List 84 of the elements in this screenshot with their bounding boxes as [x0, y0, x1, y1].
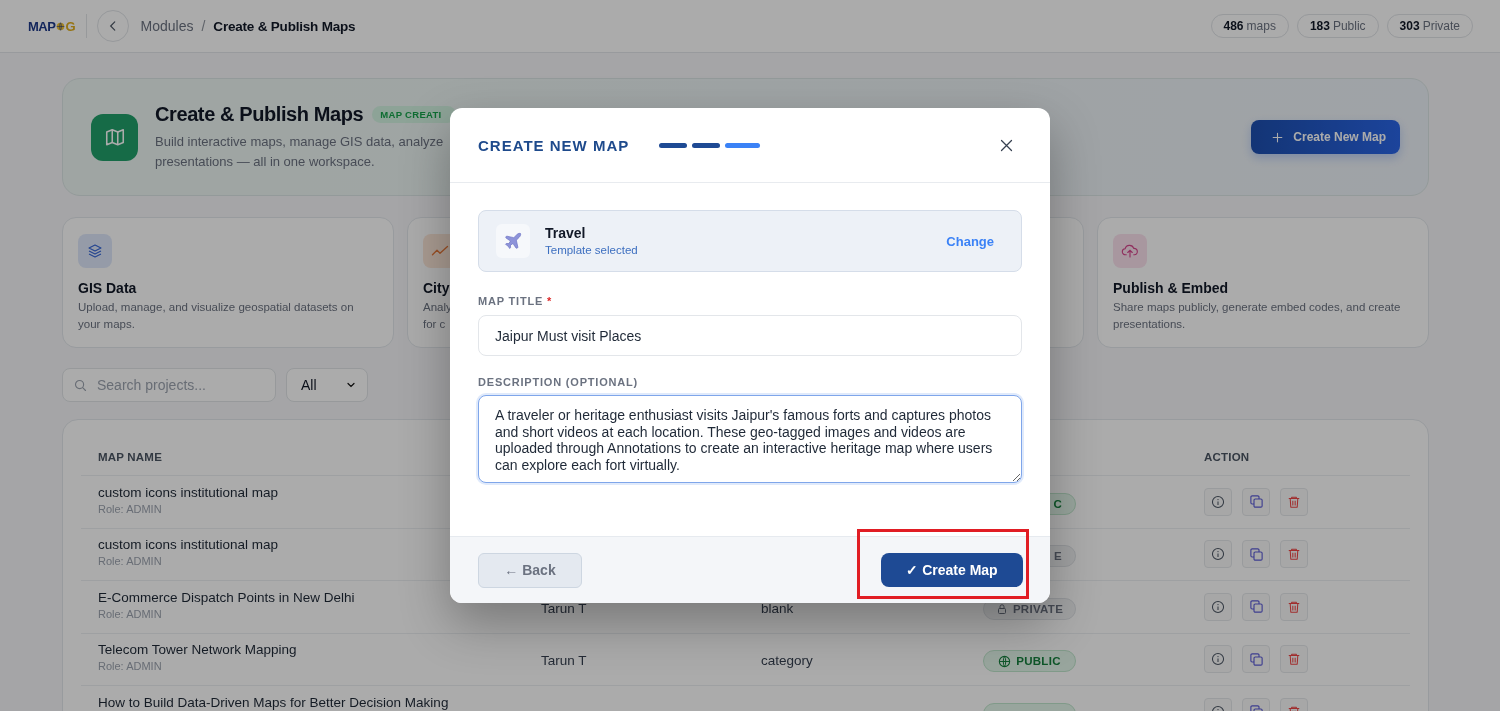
create-new-map-button[interactable]: Create New Map — [1251, 120, 1400, 154]
stat-pill: 486 maps — [1210, 14, 1289, 38]
card-description: Share maps publicly, generate embed codes, and create presentations. — [1113, 300, 1402, 332]
breadcrumb-separator: / — [201, 18, 206, 34]
copy-button[interactable] — [1242, 592, 1270, 621]
logo-text: MAP — [28, 18, 56, 34]
globe-icon — [998, 654, 1012, 668]
close-icon — [999, 137, 1014, 153]
visibility-label: C — [1053, 497, 1062, 510]
delete-button[interactable] — [1280, 592, 1308, 621]
trash-icon — [1287, 599, 1301, 614]
map-name: custom icons institutional map — [98, 484, 279, 501]
search-icon — [73, 378, 88, 393]
feature-card[interactable]: GIS Data Upload, manage, and visualize geospatial datasets on your maps. — [62, 217, 394, 348]
info-button[interactable] — [1204, 487, 1232, 516]
visibility-label: E — [1054, 550, 1062, 563]
delete-button[interactable] — [1280, 487, 1308, 516]
info-button[interactable] — [1204, 540, 1232, 569]
layers-icon — [78, 234, 112, 268]
template-name: Travel — [545, 224, 587, 242]
card-description: Upload, manage, and visualize geospatial datasets on your maps. — [78, 300, 355, 332]
info-icon — [1211, 547, 1225, 562]
description-field[interactable]: A traveler or heritage enthusiast visits Jaipur's famous forts and captures photos and short videos at each location. These geo-tagged images and videos are uploaded through Annotations to create an interactive heritage map where users can explore each fort virtually. — [478, 395, 1022, 483]
copy-icon — [1248, 494, 1264, 510]
breadcrumb-link[interactable]: Modules — [140, 18, 194, 34]
card-title: City — [423, 280, 450, 296]
map-icon — [91, 113, 138, 161]
create-map-button[interactable]: ✓ Create Map — [881, 553, 1023, 587]
map-name: custom icons institutional map — [98, 537, 279, 553]
page-title: Create & Publish Maps — [155, 102, 364, 126]
field-label: DESCRIPTION (OPTIONAL) — [478, 376, 638, 388]
close-button[interactable] — [999, 137, 1014, 153]
dialog-title: CREATE NEW MAP — [478, 136, 630, 154]
copy-icon — [1248, 651, 1264, 667]
filter-select[interactable]: All — [286, 368, 368, 402]
map-title-field[interactable]: Jaipur Must visit Places — [478, 315, 1022, 356]
back-button[interactable]: ← Back — [478, 552, 582, 588]
globe-icon — [56, 21, 66, 31]
role-label: Role: ADMIN — [98, 659, 162, 674]
plus-icon — [1271, 130, 1285, 144]
info-button[interactable] — [1204, 645, 1232, 674]
role-label: Role: ADMIN — [98, 501, 162, 517]
visibility-label: PUBLIC — [1016, 655, 1061, 668]
copy-button[interactable] — [1242, 540, 1270, 569]
template-status: Template selected — [545, 243, 638, 258]
trash-icon — [1287, 652, 1301, 667]
page-description: Build interactive maps, manage GIS data, analyze presentations — all in one workspace. — [155, 132, 444, 171]
info-icon — [1211, 494, 1225, 509]
user-name: Tarun T — [541, 601, 587, 616]
type-label: blank — [761, 601, 794, 616]
card-title: GIS Data — [78, 280, 137, 296]
map-name: How to Build Data-Driven Maps for Better Decision Making — [98, 694, 449, 711]
stat-pill: 303 Private — [1386, 14, 1473, 38]
type-label: category — [761, 654, 813, 669]
lock-icon — [995, 602, 1008, 615]
breadcrumb-current: Create & Publish Maps — [213, 18, 356, 34]
info-icon — [1211, 599, 1225, 614]
card-title: Publish & Embed — [1113, 280, 1229, 296]
delete-button[interactable] — [1280, 645, 1308, 674]
copy-button[interactable] — [1242, 487, 1270, 516]
copy-icon — [1248, 546, 1264, 562]
airplane-icon — [496, 224, 530, 258]
logo-text: G — [65, 18, 76, 34]
column-header: MAP NAME — [98, 451, 162, 463]
map-name: Telecom Tower Network Mapping — [98, 642, 297, 658]
trash-icon — [1287, 547, 1301, 562]
copy-icon — [1248, 599, 1264, 615]
search-field[interactable]: Search projects... — [62, 368, 276, 402]
info-button[interactable] — [1204, 592, 1232, 621]
info-icon — [1211, 652, 1225, 667]
stat-pill: 183 Public — [1296, 14, 1379, 38]
category-badge: MAP CREATI — [372, 105, 456, 123]
feature-card[interactable]: Publish & Embed Share maps publicly, generate embed codes, and create presentations. — [1097, 217, 1429, 348]
column-header: ACTION — [1204, 451, 1250, 463]
copy-button[interactable] — [1242, 645, 1270, 674]
user-name: Tarun T — [541, 654, 587, 669]
map-name: E-Commerce Dispatch Points in New Delhi — [98, 589, 355, 606]
trash-icon — [1287, 494, 1301, 509]
cloud-upload-icon — [1113, 234, 1147, 268]
delete-button[interactable] — [1280, 540, 1308, 569]
role-label: Role: ADMIN — [98, 606, 162, 622]
role-label: Role: ADMIN — [98, 554, 162, 569]
visibility-label: PRIVATE — [1012, 602, 1064, 615]
field-label: MAP TITLE * — [478, 295, 552, 307]
